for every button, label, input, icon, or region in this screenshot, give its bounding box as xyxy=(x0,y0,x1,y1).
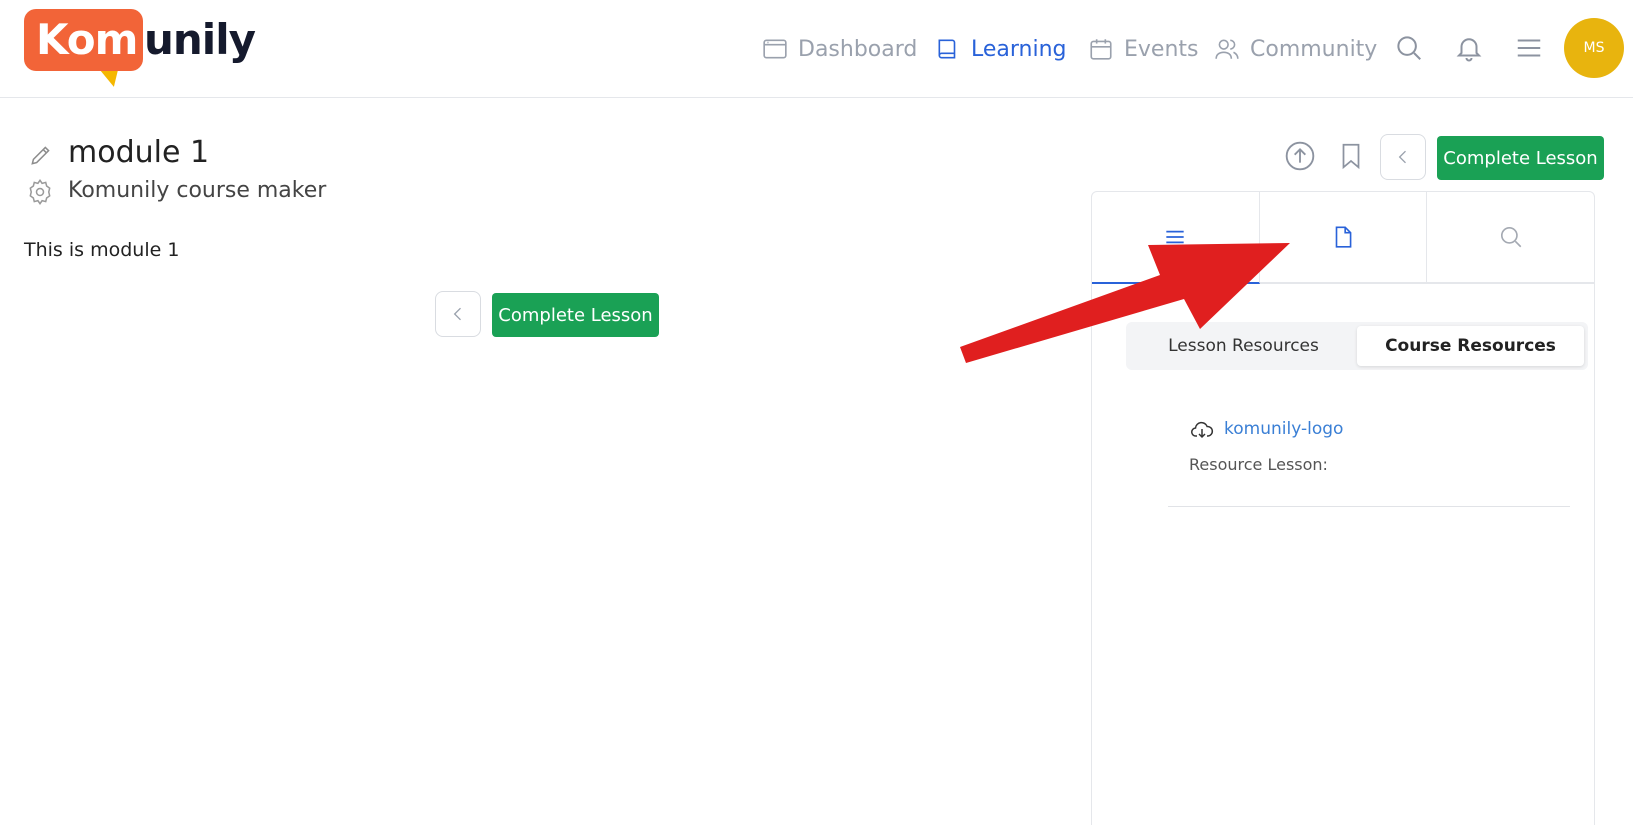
menu-icon[interactable] xyxy=(1514,33,1544,63)
lesson-body: This is module 1 xyxy=(24,239,180,261)
chevron-left-icon xyxy=(453,307,461,321)
nav-learning-label: Learning xyxy=(971,36,1067,62)
nav-community[interactable]: Community xyxy=(1214,29,1377,69)
arrow-up-circle-icon[interactable] xyxy=(1284,140,1316,172)
nav-learning[interactable]: Learning xyxy=(935,29,1067,69)
calendar-icon xyxy=(1090,39,1112,60)
previous-lesson-button-top[interactable] xyxy=(1380,134,1426,180)
users-icon xyxy=(1215,39,1239,59)
pencil-icon[interactable] xyxy=(28,142,54,168)
cloud-download-icon[interactable] xyxy=(1190,418,1214,442)
nav-dashboard[interactable]: Dashboard xyxy=(762,29,917,69)
logo-text-kom: Kom xyxy=(36,15,138,64)
resource-divider xyxy=(1168,506,1570,507)
nav-community-label: Community xyxy=(1250,36,1378,62)
complete-lesson-button-top[interactable]: Complete Lesson xyxy=(1437,136,1604,180)
lesson-title: module 1 xyxy=(68,135,210,170)
logo-text-unily: unily xyxy=(144,15,256,64)
nav-dashboard-label: Dashboard xyxy=(798,36,918,62)
user-avatar[interactable]: MS xyxy=(1564,18,1624,78)
resource-link[interactable]: komunily-logo xyxy=(1224,419,1343,439)
course-name: Komunily course maker xyxy=(68,178,327,203)
search-icon[interactable] xyxy=(1394,33,1424,63)
chevron-left-icon xyxy=(1398,150,1406,164)
segment-course-resources[interactable]: Course Resources xyxy=(1357,326,1584,366)
book-icon xyxy=(938,39,956,59)
complete-lesson-button[interactable]: Complete Lesson xyxy=(492,293,659,337)
previous-lesson-button[interactable] xyxy=(435,291,481,337)
resource-lesson-label: Resource Lesson: xyxy=(1189,455,1328,474)
red-annotation-arrow xyxy=(960,243,1290,363)
gear-icon xyxy=(29,179,51,205)
nav-events-label: Events xyxy=(1124,36,1199,62)
document-icon xyxy=(1335,226,1352,248)
nav-events[interactable]: Events xyxy=(1088,29,1199,69)
bookmark-icon[interactable] xyxy=(1336,140,1366,172)
top-header: Kom unily Dashboard Learning Events Comm… xyxy=(0,0,1633,98)
tab-search[interactable] xyxy=(1427,192,1594,282)
search-icon xyxy=(1500,226,1521,248)
bell-icon[interactable] xyxy=(1454,33,1484,63)
komunily-logo[interactable]: Kom unily xyxy=(24,9,256,90)
dashboard-icon xyxy=(763,39,787,59)
